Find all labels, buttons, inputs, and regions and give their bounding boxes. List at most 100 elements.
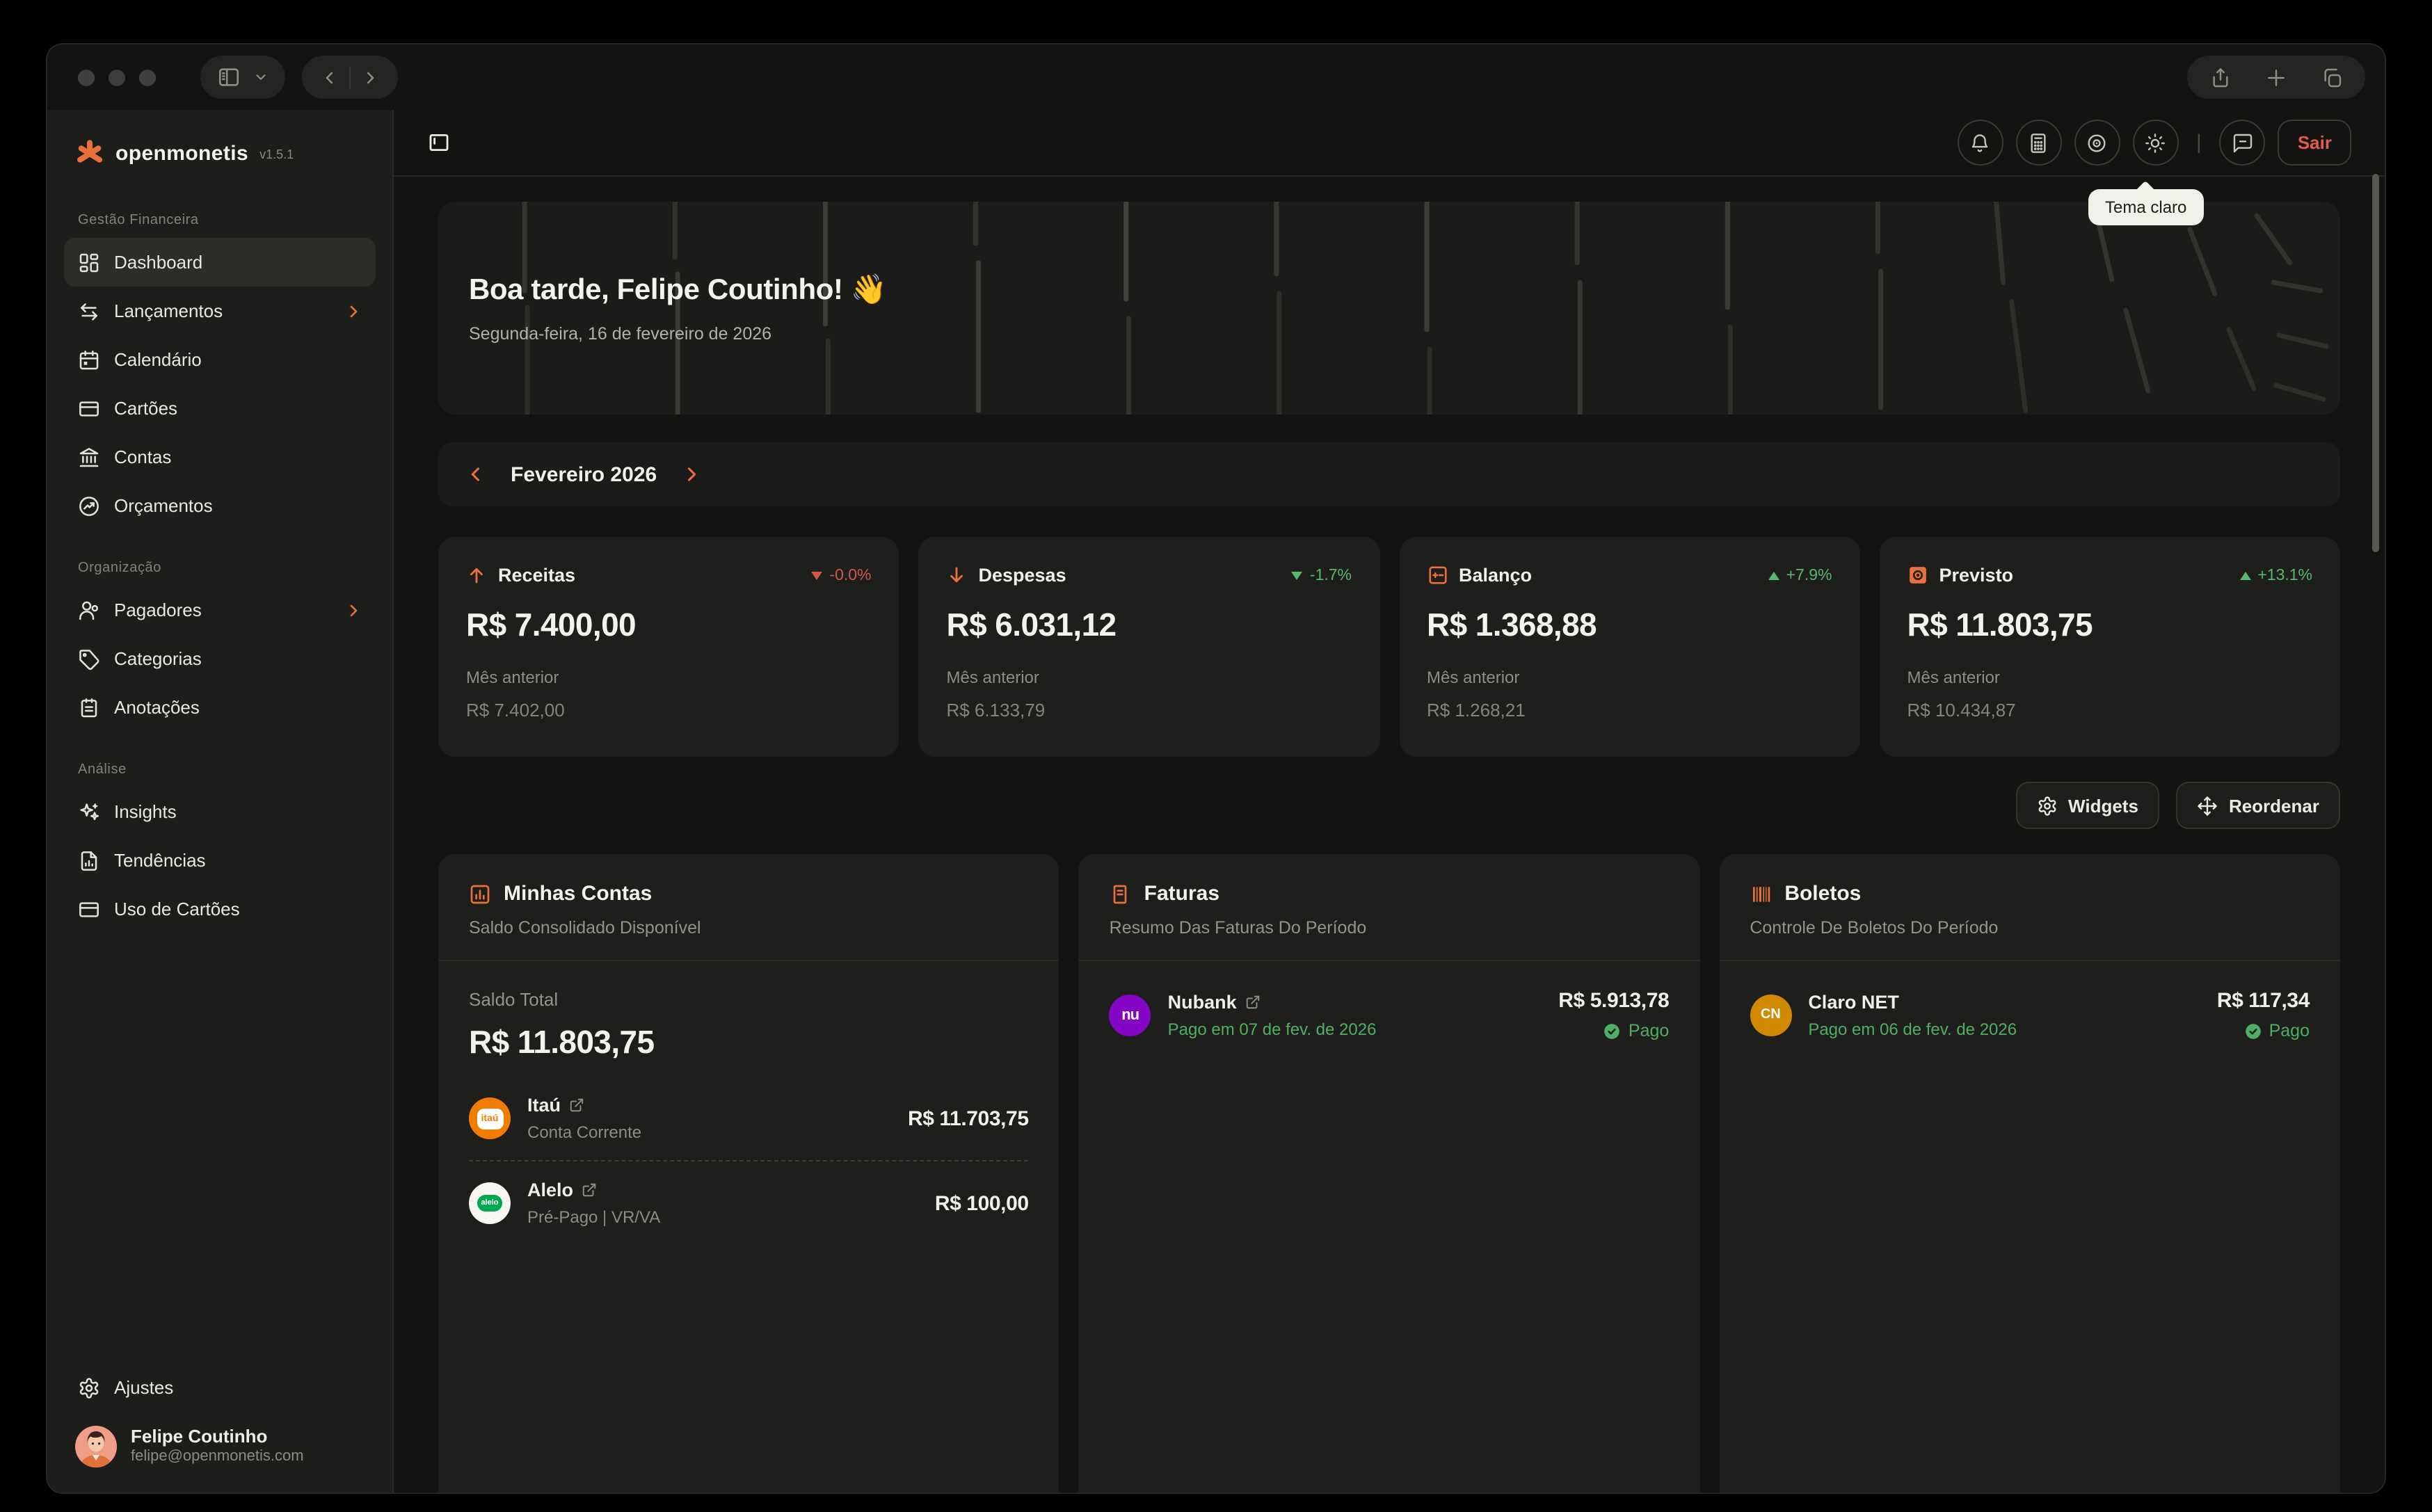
external-link-icon[interactable]: [1245, 994, 1261, 1009]
total-label: Saldo Total: [469, 989, 1029, 1010]
forward-button[interactable]: [351, 58, 390, 97]
screen: openmonetis v1.5.1 Gestão Financeira Das…: [0, 0, 2432, 1512]
sidebar-item-tendencias[interactable]: Tendências: [64, 836, 376, 885]
bill-row-claro-net[interactable]: CN Claro NET Pago em 06 de fev. de 2026 …: [1750, 989, 2310, 1040]
feedback-button[interactable]: [2220, 120, 2266, 166]
zoom-window-button[interactable]: [139, 69, 156, 86]
stat-prev-value: R$ 1.268,21: [1427, 700, 1832, 721]
next-month-button[interactable]: [668, 451, 715, 498]
stat-card-receitas[interactable]: Receitas -0.0% R$ 7.400,00 Mês anterior …: [438, 537, 899, 757]
external-link-icon[interactable]: [569, 1097, 584, 1113]
tabs-icon[interactable]: [2321, 66, 2343, 88]
sidebar-item-label: Categorias: [114, 648, 202, 669]
sun-icon: [2144, 131, 2166, 154]
sidebar-item-insights[interactable]: Insights: [64, 787, 376, 836]
browser-sidebar-toggle[interactable]: [200, 56, 285, 99]
stat-change-badge: +7.9%: [1768, 567, 1832, 584]
minimize-window-button[interactable]: [109, 69, 125, 86]
triangle-up-icon: [2239, 571, 2250, 579]
sidebar-item-pagadores[interactable]: Pagadores: [64, 586, 376, 634]
itau-logo: itaú: [469, 1097, 511, 1139]
chevron-right-icon: [345, 303, 362, 319]
stat-card-despesas[interactable]: Despesas -1.7% R$ 6.031,12 Mês anterior …: [919, 537, 1380, 757]
sidebar-item-lancamentos[interactable]: Lançamentos: [64, 287, 376, 335]
stat-prev-value: R$ 10.434,87: [1907, 700, 2313, 721]
nav-group-label: Análise: [78, 762, 362, 778]
calculator-button[interactable]: [2015, 120, 2061, 166]
privacy-mode-button[interactable]: [2074, 120, 2120, 166]
users-icon: [78, 599, 100, 621]
sidebar-item-orcamentos[interactable]: Orçamentos: [64, 481, 376, 530]
sidebar-item-dashboard[interactable]: Dashboard: [64, 238, 376, 287]
bill-name: Claro NET: [1808, 991, 1899, 1012]
sidebar-item-calendario[interactable]: Calendário: [64, 335, 376, 384]
sidebar-item-uso-de-cartoes[interactable]: Uso de Cartões: [64, 885, 376, 933]
panel-left-icon: [217, 65, 241, 89]
account-row-alelo[interactable]: alelo Alelo Pré-Pago | VR/VA R$ 100,00: [469, 1180, 1029, 1227]
dashboard-icon: [78, 251, 100, 273]
sidebar-collapse-button[interactable]: [427, 131, 451, 154]
theme-toggle-button[interactable]: [2132, 120, 2178, 166]
stat-prev-value: R$ 6.133,79: [947, 700, 1352, 721]
sidebar-item-categorias[interactable]: Categorias: [64, 634, 376, 683]
sidebar-item-label: Pagadores: [114, 600, 202, 620]
reorder-button[interactable]: Reordenar: [2176, 782, 2340, 829]
widgets-button[interactable]: Widgets: [2015, 782, 2159, 829]
stat-value: R$ 1.368,88: [1427, 606, 1832, 644]
chart-bars-icon: [469, 883, 491, 905]
stat-prev-label: Mês anterior: [1427, 668, 1832, 687]
stat-value: R$ 6.031,12: [947, 606, 1352, 644]
scrollbar[interactable]: [2372, 174, 2379, 552]
nav-group-label: Gestão Financeira: [78, 213, 362, 228]
app-name: openmonetis: [115, 141, 248, 165]
invoice-amount: R$ 5.913,78: [1558, 989, 1669, 1013]
sidebar-item-cartoes[interactable]: Cartões: [64, 384, 376, 433]
back-icon: [320, 67, 339, 87]
stat-prev-label: Mês anterior: [1907, 668, 2313, 687]
account-row-itau[interactable]: itaú Itaú Conta Corrente R$ 11.703,75: [469, 1095, 1029, 1142]
sidebar-item-label: Cartões: [114, 398, 177, 419]
logout-button[interactable]: Sair: [2278, 120, 2351, 166]
credit-card-icon: [78, 397, 100, 419]
previous-month-button[interactable]: [452, 451, 499, 498]
move-icon: [2197, 795, 2218, 816]
user-profile[interactable]: Felipe Coutinho felipe@openmonetis.com: [64, 1412, 376, 1473]
stat-card-previsto[interactable]: Previsto +13.1% R$ 11.803,75 Mês anterio…: [1880, 537, 2341, 757]
month-label: Fevereiro 2026: [511, 463, 657, 486]
focus-icon: [2086, 131, 2108, 154]
sidebar-item-ajustes[interactable]: Ajustes: [64, 1363, 376, 1412]
avatar: [75, 1426, 117, 1467]
close-window-button[interactable]: [78, 69, 95, 86]
notifications-button[interactable]: [1957, 120, 2003, 166]
external-link-icon[interactable]: [582, 1182, 597, 1198]
sidebar-item-label: Calendário: [114, 349, 202, 370]
logout-label: Sair: [2298, 132, 2332, 153]
sparkles-icon: [78, 801, 100, 823]
gear-icon: [2036, 795, 2057, 816]
barcode-icon: [1750, 883, 1772, 905]
alelo-logo: alelo: [469, 1182, 511, 1224]
invoice-row-nubank[interactable]: nu Nubank Pago em 07 de fev. de 2026 R$: [1110, 989, 1670, 1040]
account-name: Alelo: [527, 1180, 573, 1200]
widget-minhas-contas: Minhas Contas Saldo Consolidado Disponív…: [438, 854, 1059, 1493]
theme-tooltip: Tema claro: [2088, 189, 2203, 225]
greeting-banner: Boa tarde, Felipe Coutinho! 👋 Segunda-fe…: [438, 202, 2340, 415]
widgets-label: Widgets: [2068, 795, 2138, 816]
share-icon[interactable]: [2209, 66, 2232, 88]
bill-amount: R$ 117,34: [2217, 989, 2310, 1013]
sidebar-item-label: Contas: [114, 447, 171, 467]
invoice-name: Nubank: [1168, 991, 1237, 1012]
bell-icon: [1969, 131, 1991, 154]
browser-history-nav: [302, 56, 398, 99]
sidebar-item-label: Uso de Cartões: [114, 899, 240, 919]
back-button[interactable]: [310, 58, 349, 97]
stat-card-balanco[interactable]: Balanço +7.9% R$ 1.368,88 Mês anterior R…: [1399, 537, 1860, 757]
account-name: Itaú: [527, 1095, 561, 1116]
plus-icon[interactable]: [2265, 66, 2287, 88]
sidebar-item-contas[interactable]: Contas: [64, 433, 376, 481]
forward-icon: [360, 67, 380, 87]
sidebar-item-anotacoes[interactable]: Anotações: [64, 683, 376, 732]
check-circle-icon: [1603, 1022, 1622, 1040]
app-version: v1.5.1: [259, 147, 294, 161]
user-email: felipe@openmonetis.com: [131, 1449, 304, 1468]
